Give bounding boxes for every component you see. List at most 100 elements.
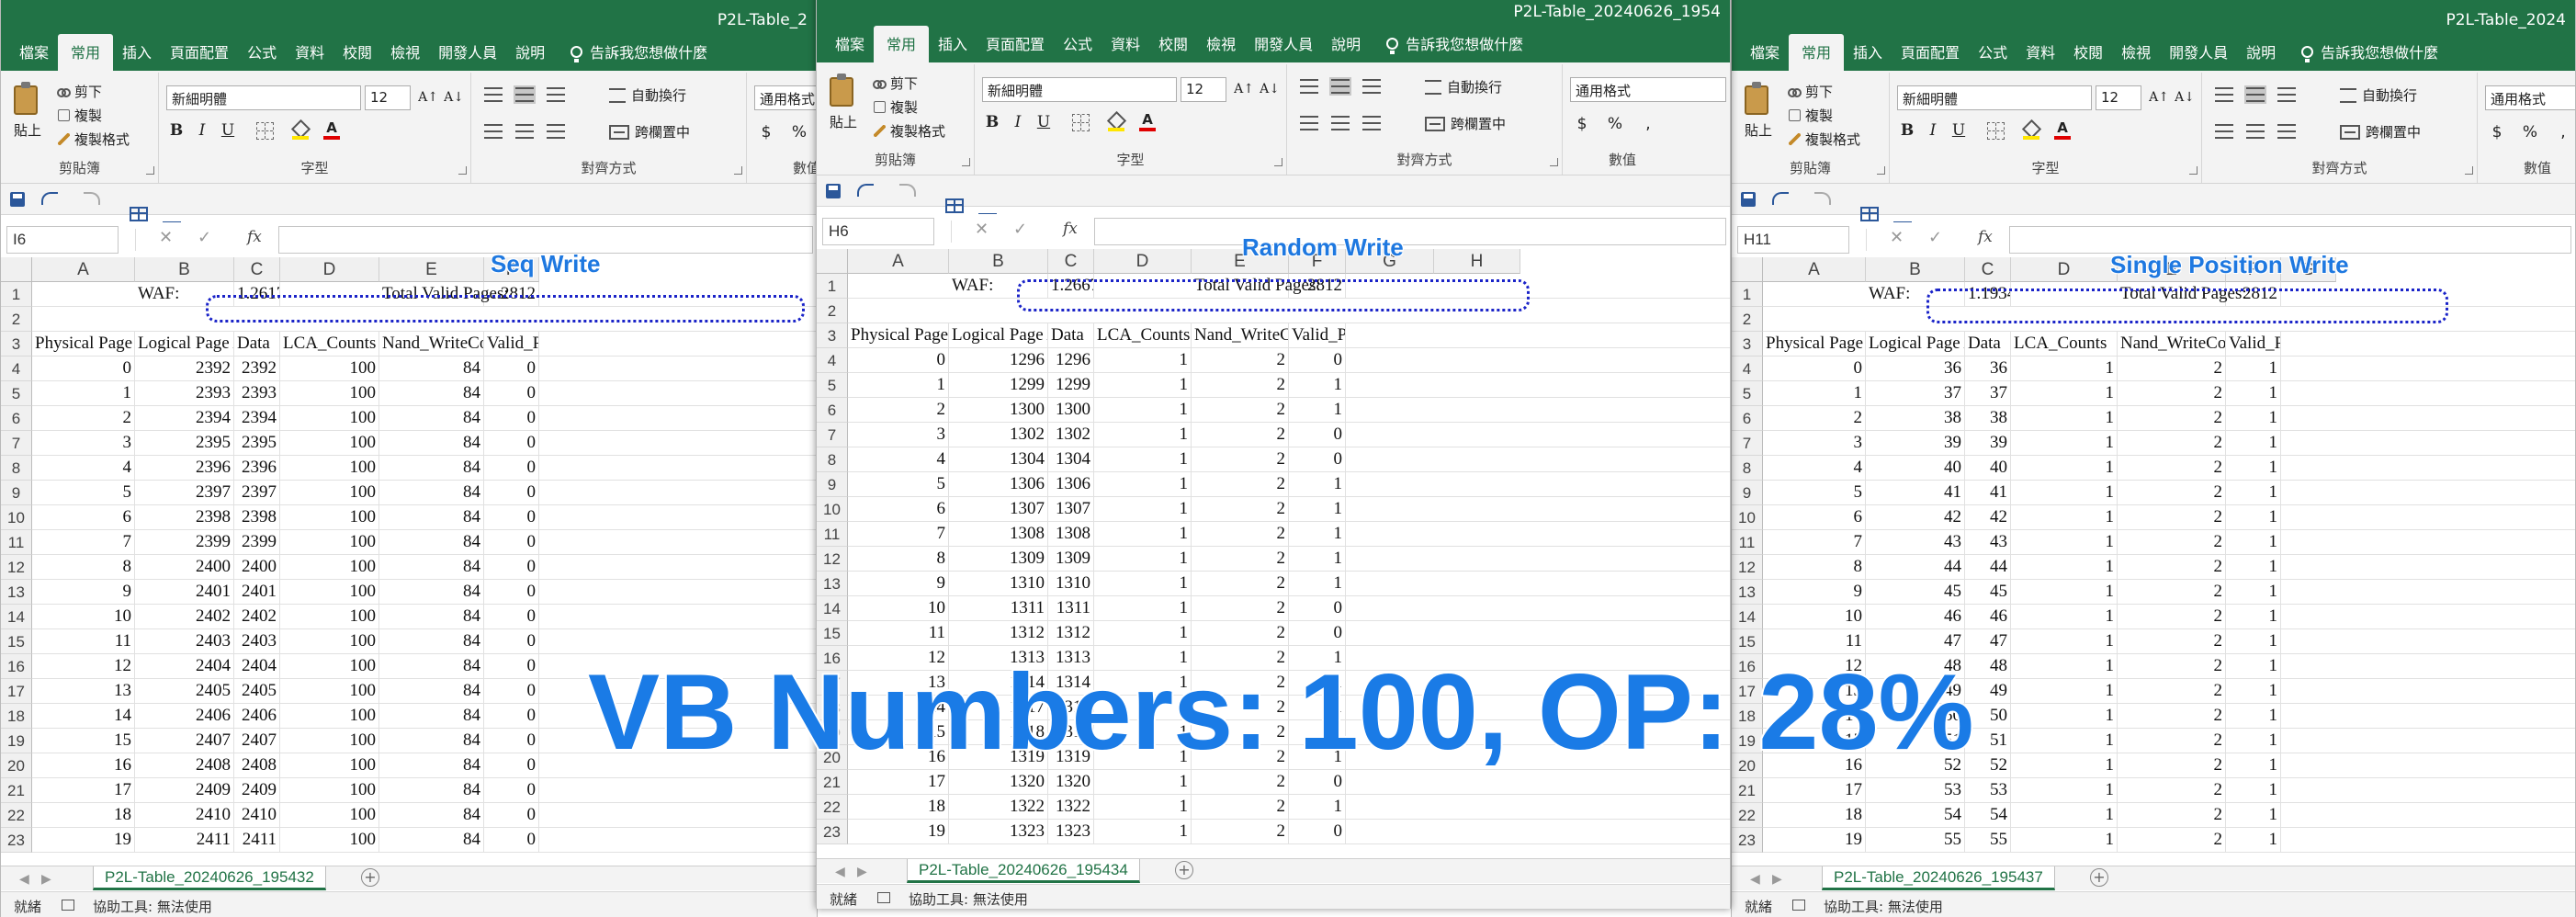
- column-header[interactable]: B: [135, 257, 234, 282]
- copy-button[interactable]: 複製: [58, 106, 102, 125]
- table-cell[interactable]: 6: [1763, 505, 1866, 529]
- table-cell[interactable]: 2394: [234, 406, 280, 430]
- center-align-icon[interactable]: [515, 124, 534, 139]
- row-header[interactable]: 10: [1, 505, 32, 530]
- table-cell[interactable]: 1: [2011, 729, 2118, 753]
- dialog-launcher-icon[interactable]: [2189, 166, 2198, 175]
- fill-color-icon[interactable]: [292, 121, 309, 140]
- table-cell[interactable]: 45: [1866, 580, 1965, 604]
- column-title[interactable]: Valid_Page: [2226, 332, 2281, 356]
- table-cell[interactable]: 1: [2011, 505, 2118, 529]
- table-cell[interactable]: 10: [32, 605, 135, 628]
- table-cell[interactable]: 2410: [135, 803, 234, 827]
- table-cell[interactable]: 1311: [1048, 596, 1094, 620]
- table-cell[interactable]: 12: [32, 654, 135, 678]
- tab-9[interactable]: 說明: [506, 35, 554, 71]
- table-cell[interactable]: 7: [1763, 530, 1866, 554]
- table-cell[interactable]: 17: [848, 770, 949, 794]
- table-cell[interactable]: 2: [2118, 530, 2226, 554]
- table-cell[interactable]: 2402: [135, 605, 234, 628]
- waf-value[interactable]: 1.193457: [1965, 282, 2011, 306]
- format-painter-button[interactable]: 複製格式: [58, 130, 130, 149]
- table-cell[interactable]: 4: [848, 447, 949, 471]
- table-cell[interactable]: 1304: [1048, 447, 1094, 471]
- table-cell[interactable]: 1: [848, 373, 949, 397]
- row-header[interactable]: 11: [1, 530, 32, 555]
- dialog-launcher-icon[interactable]: [1877, 166, 1885, 175]
- table-cell[interactable]: 2: [2118, 431, 2226, 455]
- row-header[interactable]: 22: [817, 795, 848, 820]
- table-cell[interactable]: 1: [1289, 398, 1346, 422]
- table-cell[interactable]: 5: [32, 481, 135, 504]
- table-cell[interactable]: 1296: [949, 348, 1048, 372]
- table-cell[interactable]: 2: [2118, 481, 2226, 504]
- table-cell[interactable]: 1: [1094, 572, 1192, 595]
- table-cell[interactable]: 1307: [949, 497, 1048, 521]
- table-cell[interactable]: 2403: [135, 629, 234, 653]
- add-sheet-icon[interactable]: +: [2090, 868, 2108, 887]
- dialog-launcher-icon[interactable]: [1550, 158, 1558, 166]
- cancel-icon[interactable]: ✕: [975, 220, 989, 239]
- paste-button[interactable]: 貼上: [8, 80, 45, 144]
- table-cell[interactable]: 39: [1965, 431, 2011, 455]
- save-icon[interactable]: [826, 184, 841, 198]
- table-cell[interactable]: 7: [32, 530, 135, 554]
- table-cell[interactable]: 43: [1866, 530, 1965, 554]
- row-header[interactable]: 3: [817, 323, 848, 348]
- table-cell[interactable]: 0: [484, 357, 539, 380]
- column-title[interactable]: Physical Page Address: [32, 332, 135, 356]
- prev-sheet-icon[interactable]: ◀: [1750, 872, 1760, 887]
- total-valid-label[interactable]: Total Valid Pages:: [1192, 274, 1321, 298]
- dialog-launcher-icon[interactable]: [734, 166, 742, 175]
- bold-icon[interactable]: B: [1897, 120, 1917, 141]
- table-cell[interactable]: 1: [2011, 629, 2118, 653]
- table-cell[interactable]: 84: [379, 778, 484, 802]
- left-align-icon[interactable]: [2215, 124, 2233, 139]
- table-cell[interactable]: 17: [1763, 778, 1866, 802]
- prev-sheet-icon[interactable]: ◀: [835, 865, 845, 879]
- sheet-tab[interactable]: P2L-Table_20240626_195432: [93, 866, 326, 890]
- undo-icon[interactable]: [41, 192, 58, 205]
- tab-5[interactable]: 資料: [2017, 35, 2064, 71]
- table-cell[interactable]: 1309: [949, 547, 1048, 571]
- table-cell[interactable]: 1: [1289, 472, 1346, 496]
- row-header[interactable]: 5: [1, 381, 32, 406]
- row-header[interactable]: 2: [1732, 307, 1763, 332]
- table-cell[interactable]: 1: [2011, 431, 2118, 455]
- table-cell[interactable]: 1: [1289, 522, 1346, 546]
- next-sheet-icon[interactable]: ▶: [41, 872, 51, 887]
- tab-0[interactable]: 檔案: [1741, 35, 1789, 71]
- table-cell[interactable]: 100: [280, 704, 379, 728]
- column-title[interactable]: Data: [1965, 332, 2011, 356]
- column-header[interactable]: C: [234, 257, 280, 282]
- table-cell[interactable]: 2: [1192, 572, 1289, 595]
- row-header[interactable]: 20: [1, 753, 32, 778]
- table-cell[interactable]: 100: [280, 654, 379, 678]
- table-cell[interactable]: 19: [32, 828, 135, 852]
- row-header[interactable]: 3: [1, 332, 32, 357]
- table-cell[interactable]: 6: [848, 497, 949, 521]
- table-cell[interactable]: 10: [1763, 605, 1866, 628]
- table-cell[interactable]: 100: [280, 456, 379, 480]
- table-cell[interactable]: 1: [1094, 472, 1192, 496]
- table-cell[interactable]: 84: [379, 679, 484, 703]
- table-cell[interactable]: 2395: [135, 431, 234, 455]
- next-sheet-icon[interactable]: ▶: [857, 865, 867, 879]
- row-header[interactable]: 6: [817, 398, 848, 423]
- table-cell[interactable]: 1: [2226, 505, 2281, 529]
- table-cell[interactable]: 1: [2011, 704, 2118, 728]
- row-header[interactable]: 6: [1, 406, 32, 431]
- table-cell[interactable]: 2397: [135, 481, 234, 504]
- insert-function-icon[interactable]: fx: [247, 228, 262, 246]
- table-cell[interactable]: 1296: [1048, 348, 1094, 372]
- tab-3[interactable]: 頁面配置: [977, 27, 1054, 62]
- tell-me-box[interactable]: 告訴我您想做什麼: [2292, 35, 2447, 71]
- row-header[interactable]: 14: [1732, 605, 1763, 629]
- waf-label[interactable]: WAF:: [135, 282, 234, 306]
- table-cell[interactable]: 2410: [234, 803, 280, 827]
- table-cell[interactable]: 1: [1094, 770, 1192, 794]
- table-cell[interactable]: 38: [1866, 406, 1965, 430]
- tell-me-box[interactable]: 告訴我您想做什麼: [561, 35, 717, 71]
- table-cell[interactable]: 1306: [949, 472, 1048, 496]
- insert-function-icon[interactable]: fx: [1978, 228, 1993, 246]
